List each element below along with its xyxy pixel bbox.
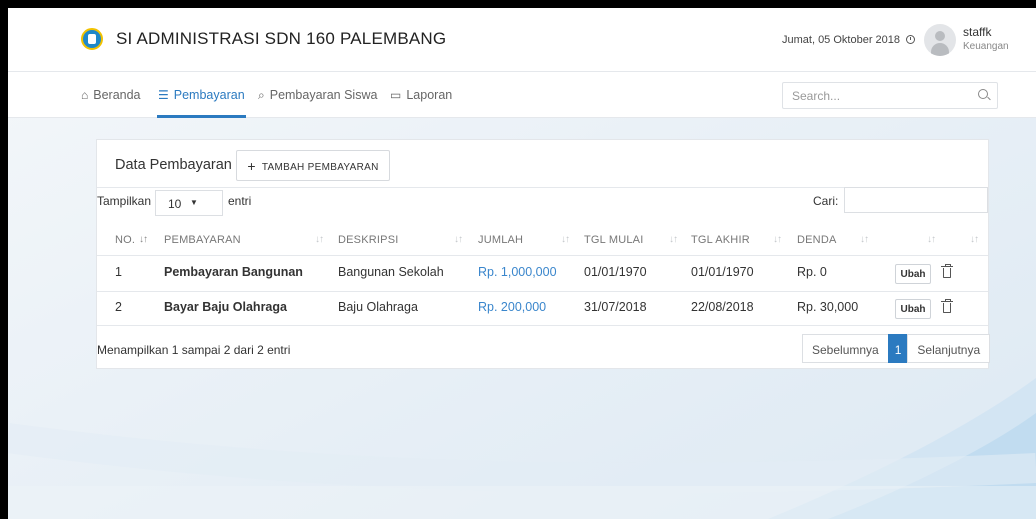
sort-icon[interactable]: ↓↑	[669, 234, 678, 245]
avatar-body	[931, 43, 949, 56]
row-1-tgl-akhir: 01/01/1970	[691, 265, 754, 279]
row-2-denda: Rp. 30,000	[797, 300, 859, 314]
sort-icon[interactable]: ↓↑	[315, 234, 324, 245]
card-title: Data Pembayaran	[115, 157, 232, 173]
row-1-denda: Rp. 0	[797, 265, 827, 279]
row-2-tgl-akhir: 22/08/2018	[691, 300, 754, 314]
page-1-button[interactable]: 1	[887, 334, 909, 363]
calendar-icon: ▭	[390, 88, 402, 102]
row-2-jumlah-link[interactable]: Rp. 200,000	[478, 300, 546, 314]
row-2-deskripsi: Baju Olahraga	[338, 300, 418, 314]
chevron-down-icon: ▼	[190, 198, 198, 207]
nav-label-pembayaran: Pembayaran	[173, 88, 245, 102]
entries-per-page-select[interactable]: 10 ▼	[155, 190, 223, 216]
avatar-head	[935, 31, 945, 41]
table-info-text: Menampilkan 1 sampai 2 dari 2 entri	[97, 343, 291, 357]
row-1-pembayaran: Pembayaran Bangunan	[164, 265, 303, 279]
sort-icon[interactable]: ↓↑	[860, 234, 869, 245]
add-payment-button[interactable]: + TAMBAH PEMBAYARAN	[236, 150, 390, 181]
trash-icon[interactable]	[941, 264, 953, 278]
column-header-no[interactable]: NO.	[115, 234, 135, 246]
edit-button[interactable]: Ubah	[895, 264, 931, 284]
prev-page-button[interactable]: Sebelumnya	[802, 334, 889, 363]
sort-icon[interactable]: ↓↑	[927, 234, 936, 245]
nav-item-laporan[interactable]: ▭ Laporan	[390, 88, 452, 102]
active-tab-indicator	[157, 115, 246, 118]
current-date: Jumat, 05 Oktober 2018	[782, 34, 916, 46]
app-title: SI ADMINISTRASI SDN 160 PALEMBANG	[116, 29, 447, 48]
column-header-tgl-akhir[interactable]: TGL AKHIR	[691, 234, 750, 246]
sort-asc-icon[interactable]: ↓↑	[139, 234, 148, 245]
pagination: Sebelumnya 1 Selanjutnya	[802, 334, 991, 363]
nav-item-beranda[interactable]: ⌂ Beranda	[81, 88, 141, 102]
add-payment-label: TAMBAH PEMBAYARAN	[261, 161, 379, 173]
row-1-jumlah-link[interactable]: Rp. 1,000,000	[478, 265, 557, 279]
header-row-divider	[97, 255, 988, 256]
column-header-pembayaran[interactable]: PEMBAYARAN	[164, 234, 241, 246]
user-role: Keuangan	[963, 41, 1009, 52]
school-logo-icon	[81, 28, 103, 50]
entries-show-label: Tampilkan	[97, 194, 152, 208]
nav-item-pembayaran[interactable]: ☰ Pembayaran	[158, 88, 245, 102]
column-header-deskripsi[interactable]: DESKRIPSI	[338, 234, 399, 246]
nav-item-pembayaran-siswa[interactable]: ⌕ Pembayaran Siswa	[258, 88, 377, 103]
home-icon: ⌂	[81, 88, 89, 102]
row-1-no: 1	[115, 265, 122, 279]
sort-icon[interactable]: ↓↑	[970, 234, 979, 245]
search-icon: ⌕	[258, 88, 265, 102]
column-header-tgl-mulai[interactable]: TGL MULAI	[584, 234, 643, 246]
column-header-jumlah[interactable]: JUMLAH	[478, 234, 523, 246]
search-input[interactable]	[782, 82, 998, 109]
sort-icon[interactable]: ↓↑	[454, 234, 463, 245]
table-search-input[interactable]	[844, 187, 988, 213]
search-icon[interactable]	[978, 89, 988, 99]
user-name[interactable]: staffk	[963, 25, 991, 39]
database-icon: ☰	[158, 88, 169, 102]
entries-per-page-value: 10	[168, 197, 182, 211]
edit-button[interactable]: Ubah	[895, 299, 931, 319]
sort-icon[interactable]: ↓↑	[773, 234, 782, 245]
top-header: SI ADMINISTRASI SDN 160 PALEMBANG Jumat,…	[8, 8, 1036, 72]
nav-label-beranda: Beranda	[93, 88, 141, 102]
row-1-tgl-mulai: 01/01/1970	[584, 265, 647, 279]
trash-icon[interactable]	[941, 299, 953, 313]
sort-icon[interactable]: ↓↑	[561, 234, 570, 245]
row-2-pembayaran: Bayar Baju Olahraga	[164, 300, 287, 314]
row-2-no: 2	[115, 300, 122, 314]
table-bottom-divider	[97, 325, 988, 326]
entries-suffix-label: entri	[228, 194, 252, 208]
row-1-deskripsi: Bangunan Sekolah	[338, 265, 444, 279]
nav-label-laporan: Laporan	[406, 88, 453, 102]
user-avatar[interactable]	[924, 24, 956, 56]
clock-icon	[906, 35, 916, 44]
row-2-tgl-mulai: 31/07/2018	[584, 300, 647, 314]
payment-data-card: Data Pembayaran + TAMBAH PEMBAYARAN Tampi…	[96, 139, 991, 369]
nav-label-pembayaran-siswa: Pembayaran Siswa	[269, 88, 378, 102]
table-search-label: Cari:	[813, 194, 839, 208]
main-nav: ⌂ Beranda ☰ Pembayaran ⌕ Pembayaran Siswa ▭…	[8, 72, 1036, 118]
next-page-button[interactable]: Selanjutnya	[907, 334, 991, 363]
table-row-divider	[97, 291, 988, 292]
column-header-denda[interactable]: DENDA	[797, 234, 837, 246]
date-text: Jumat, 05 Oktober 2018	[782, 34, 901, 46]
app-frame: SI ADMINISTRASI SDN 160 PALEMBANG Jumat,…	[8, 8, 1036, 519]
plus-icon: +	[247, 157, 256, 174]
